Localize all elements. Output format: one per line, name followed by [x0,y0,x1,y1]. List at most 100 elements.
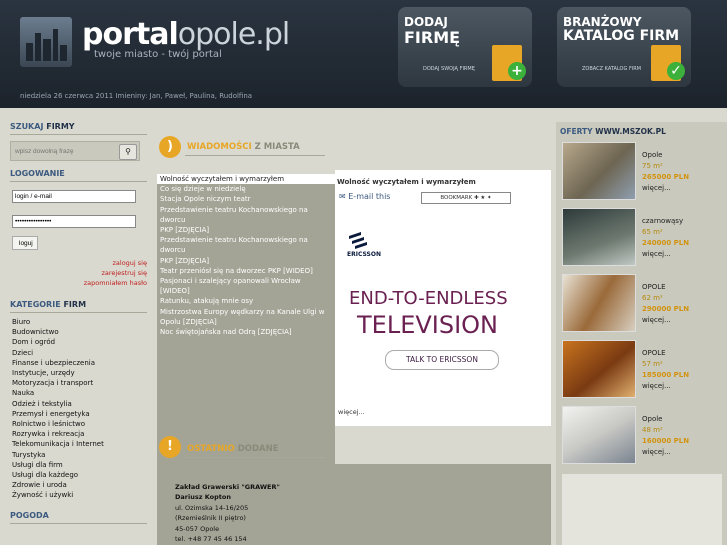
company-phone: tel. +48 77 45 46 154 [175,535,247,544]
category-item[interactable]: Instytucje, urzędy [10,368,147,378]
forgot-password-link[interactable]: zapomniałem hasło [10,278,147,288]
offer-card[interactable]: OPOLE 57 m² 185000 PLN więcej... [562,340,722,398]
categories-title: KATEGORIE FIRM [10,300,147,313]
category-item[interactable]: Telekomunikacja i Internet [10,439,147,449]
news-item[interactable]: Przedstawienie teatru Kochanowskiego na … [157,205,335,225]
business-catalog-banner[interactable]: BRANŻOWY KATALOG FIRM ZOBACZ KATALOG FIR… [557,7,691,87]
offer-details: OPOLE 57 m² 185000 PLN więcej... [642,348,689,392]
rss-icon: ) [159,136,181,158]
offer-details: Opole 48 m² 160000 PLN więcej... [642,414,689,458]
site-tagline: twoje miasto - twój portal [94,49,222,60]
login-field[interactable] [12,190,136,203]
news-item[interactable]: PKP [ZDJĘCIA] [157,225,335,235]
news-item[interactable]: Opolu [ZDJĘCIA] [157,317,335,327]
category-item[interactable]: Usługi dla każdego [10,470,147,480]
offer-price: 185000 PLN [642,371,690,379]
company-city: 45-057 Opole [175,524,220,533]
category-item[interactable]: Usługi dla firm [10,460,147,470]
offer-city: OPOLE [642,283,666,291]
category-item[interactable]: Rozrywka i rekreacja [10,429,147,439]
news-item[interactable]: Stacja Opole niczym teatr [157,194,335,204]
category-item[interactable]: Finanse i ubezpieczenia [10,358,147,368]
company-name: Zakład Grawerski "GRAWER" [175,483,280,491]
offer-card[interactable]: czarnowąsy 65 m² 240000 PLN więcej... [562,208,722,266]
search-button[interactable]: ⚲ [119,144,137,160]
more-link[interactable]: więcej... [338,408,365,416]
checkmark-icon: ✓ [667,62,685,80]
offer-city: OPOLE [642,349,666,357]
offer-more-link[interactable]: więcej... [642,183,689,194]
category-item[interactable]: Biuro [10,317,147,327]
search-input[interactable] [15,144,115,158]
category-item[interactable]: Rolnictwo i leśnictwo [10,419,147,429]
offer-details: Opole 75 m² 265000 PLN więcej... [642,150,689,194]
offer-area: 48 m² [642,426,663,434]
register-link[interactable]: zarejestruj się [10,268,147,278]
offer-card[interactable]: Opole 75 m² 265000 PLN więcej... [562,142,722,200]
offer-more-link[interactable]: więcej... [642,315,689,326]
company-owner: Dariusz Kopton [175,493,231,502]
offer-area: 75 m² [642,162,663,170]
bookmark-button[interactable]: BOOKMARK ✚ ★ ✦ [421,192,511,204]
site-logo[interactable]: portalopole.pl [82,17,290,52]
password-field[interactable] [12,215,136,228]
apartment-photo[interactable] [562,274,636,332]
news-divider [185,155,325,156]
news-item[interactable]: Pasjonaci i szalejący opanowali Wrocław … [157,276,335,296]
news-item[interactable]: Teatr przeniósł się na dworzec PKP [WIDE… [157,266,335,276]
alert-icon: ! [159,436,181,458]
recent-company-card[interactable]: Zakład Grawerski "GRAWER" Dariusz Kopton… [157,464,551,545]
offer-area: 62 m² [642,294,663,302]
offer-card[interactable]: Opole 48 m² 160000 PLN więcej... [562,406,722,464]
category-item[interactable]: Dom i ogród [10,337,147,347]
search-title: SZUKAJ FIRMY [10,122,147,135]
email-this-link[interactable]: ✉ E-mail this [339,192,390,201]
category-item[interactable]: Dzieci [10,348,147,358]
apartment-photo[interactable] [562,406,636,464]
news-item[interactable]: Ratunku, atakują mnie osy [157,296,335,306]
ad-subheadline: TELEVISION [357,311,499,339]
login-title: LOGOWANIE [10,169,147,182]
offer-price: 240000 PLN [642,239,690,247]
category-item[interactable]: Żywność i używki [10,490,147,500]
apartment-photo[interactable] [562,208,636,266]
offer-card[interactable]: OPOLE 62 m² 290000 PLN więcej... [562,274,722,332]
catalog-sub: ZOBACZ KATALOG FIRM [582,66,642,72]
plus-icon: + [508,62,526,80]
category-item[interactable]: Odzież i tekstylia [10,399,147,409]
news-item[interactable]: Wolność wyczytałem i wymarzyłem [157,174,335,185]
talk-to-ericsson-button[interactable]: TALK TO ERICSSON [385,350,499,370]
apartment-photo[interactable] [562,340,636,398]
account-links: zaloguj się zarejestruj się zapomniałem … [10,258,147,288]
logo-city-icon[interactable] [20,17,72,67]
category-item[interactable]: Przemysł i energetyka [10,409,147,419]
sign-in-link[interactable]: zaloguj się [10,258,148,268]
category-item[interactable]: Nauka [10,388,147,398]
offer-more-link[interactable]: więcej... [642,249,689,260]
news-item[interactable]: PKP [ZDJĘCIA] [157,256,335,266]
add-company-banner[interactable]: DODAJ FIRMĘ DODAJ SWOJĄ FIRMĘ + [398,7,532,87]
left-sidebar: SZUKAJ FIRMY ⚲ LOGOWANIE loguj zaloguj s… [10,122,147,528]
featured-title[interactable]: Wolność wyczytałem i wymarzyłem [337,178,549,186]
news-item[interactable]: Mistrzostwa Europy wędkarzy na Kanale Ul… [157,307,335,317]
news-title: WIADOMOŚCI Z MIASTA [187,142,300,152]
offer-card-partial[interactable] [562,474,722,545]
offer-city: Opole [642,151,663,159]
category-item[interactable]: Zdrowie i uroda [10,480,147,490]
category-item[interactable]: Budownictwo [10,327,147,337]
news-item[interactable]: Przedstawienie teatru Kochanowskiego na … [157,235,335,255]
site-header: portalopole.pl twoje miasto - twój porta… [0,0,727,108]
news-item[interactable]: Noc świętojańska nad Odrą [ZDJĘCIA] [157,327,335,337]
category-item[interactable]: Motoryzacja i transport [10,378,147,388]
offer-city: Opole [642,415,663,423]
add-company-line2: FIRMĘ [404,28,461,47]
offer-more-link[interactable]: więcej... [642,381,689,392]
news-item[interactable]: Co się dzieje w niedzielę [157,184,335,194]
offer-price: 290000 PLN [642,305,690,313]
apartment-photo[interactable] [562,142,636,200]
offer-more-link[interactable]: więcej... [642,447,689,458]
category-item[interactable]: Turystyka [10,450,147,460]
offer-price: 265000 PLN [642,173,690,181]
recent-title: OSTATNIO DODANE [187,444,279,454]
login-button[interactable]: loguj [12,236,38,250]
